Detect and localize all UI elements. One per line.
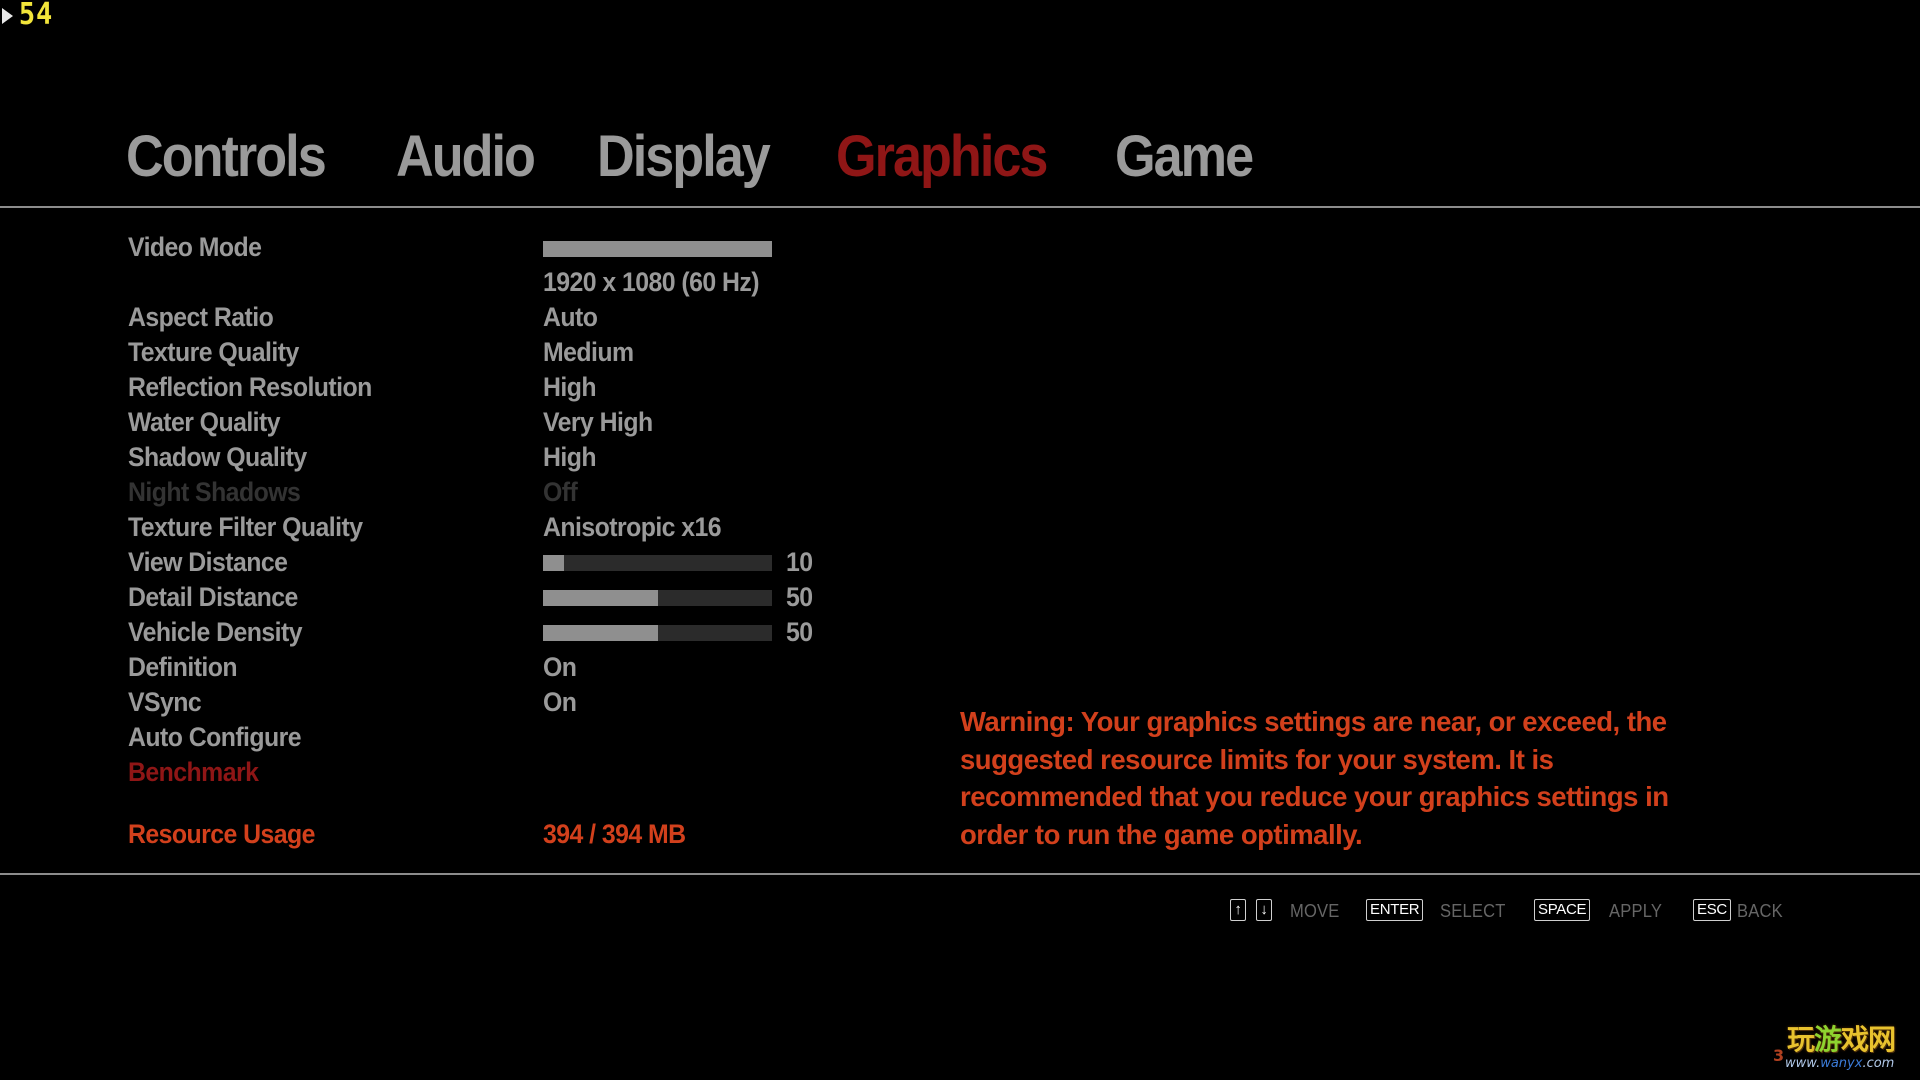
watermark-logo: 3 玩游戏网 www.wanyx.com	[1773, 1018, 1920, 1076]
cursor-arrow-icon	[2, 8, 13, 24]
setting-texture-quality[interactable]: Texture Quality Medium	[0, 335, 1920, 370]
slider-fill	[543, 555, 564, 571]
watermark-title-b: 游	[1814, 1023, 1842, 1056]
resource-usage-value: 394 / 394 MB	[543, 819, 686, 849]
setting-label: Texture Quality	[128, 337, 299, 367]
setting-label: Video Mode	[128, 232, 262, 262]
setting-label: Definition	[128, 652, 238, 682]
setting-value: Anisotropic x16	[543, 512, 722, 542]
tab-controls[interactable]: Controls	[126, 126, 327, 188]
detail-distance-slider[interactable]	[543, 590, 772, 606]
setting-label: Vehicle Density	[128, 617, 303, 647]
bottom-divider	[0, 873, 1920, 875]
hint-back[interactable]: BACK	[1737, 899, 1783, 923]
slider-fill	[543, 590, 658, 606]
fps-counter: 54	[18, 0, 54, 32]
setting-label: Benchmark	[128, 757, 259, 787]
graphics-settings-screen: 54 Controls Audio Display Graphics Game …	[0, 0, 1920, 1080]
setting-label: View Distance	[128, 547, 288, 577]
setting-label: Shadow Quality	[128, 442, 307, 472]
video-mode-bar	[543, 241, 772, 257]
tab-display[interactable]: Display	[597, 126, 771, 188]
tab-audio[interactable]: Audio	[396, 126, 536, 188]
watermark-url-prefix: www.	[1785, 1056, 1821, 1071]
watermark-title: 玩游戏网	[1787, 1018, 1896, 1058]
slider-fill	[543, 625, 658, 641]
video-mode-value-row: 1920 x 1080 (60 Hz)	[0, 265, 1920, 300]
enter-key-icon: ENTER	[1366, 899, 1424, 921]
setting-view-distance[interactable]: View Distance 10	[0, 545, 1920, 580]
setting-label: Texture Filter Quality	[128, 512, 363, 542]
slider-value: 10	[786, 547, 813, 577]
up-arrow-key-icon: ↑	[1230, 899, 1246, 921]
setting-value: Auto	[543, 302, 598, 332]
down-arrow-key-icon: ↓	[1256, 899, 1272, 921]
hint-select[interactable]: SELECT	[1440, 899, 1506, 923]
setting-label: Reflection Resolution	[128, 372, 372, 402]
watermark-url-brand: wanyx	[1820, 1056, 1863, 1071]
setting-aspect-ratio[interactable]: Aspect Ratio Auto	[0, 300, 1920, 335]
resource-usage-label: Resource Usage	[128, 819, 315, 849]
watermark-url: www.wanyx.com	[1785, 1056, 1894, 1071]
setting-definition[interactable]: Definition On	[0, 650, 1920, 685]
setting-value: High	[543, 442, 597, 472]
setting-value: High	[543, 372, 597, 402]
watermark-url-suffix: .com	[1862, 1056, 1895, 1071]
slider-value: 50	[786, 617, 813, 647]
setting-video-mode[interactable]: Video Mode	[0, 230, 1920, 265]
esc-key-icon: ESC	[1693, 899, 1731, 921]
setting-detail-distance[interactable]: Detail Distance 50	[0, 580, 1920, 615]
watermark-title-c: 戏网	[1841, 1023, 1896, 1056]
setting-reflection-resolution[interactable]: Reflection Resolution High	[0, 370, 1920, 405]
setting-texture-filter-quality[interactable]: Texture Filter Quality Anisotropic x16	[0, 510, 1920, 545]
setting-label: Aspect Ratio	[128, 302, 274, 332]
video-mode-value: 1920 x 1080 (60 Hz)	[543, 267, 760, 297]
watermark-title-a: 玩	[1787, 1023, 1815, 1056]
resource-warning: Warning: Your graphics settings are near…	[960, 706, 1669, 850]
space-key-icon: SPACE	[1534, 899, 1591, 921]
setting-label: Water Quality	[128, 407, 281, 437]
setting-value: On	[543, 687, 577, 717]
top-divider	[0, 206, 1920, 208]
setting-vehicle-density[interactable]: Vehicle Density 50	[0, 615, 1920, 650]
setting-label: Night Shadows	[128, 477, 301, 507]
view-distance-slider[interactable]	[543, 555, 772, 571]
vehicle-density-slider[interactable]	[543, 625, 772, 641]
watermark-number: 3	[1773, 1046, 1785, 1065]
hint-apply[interactable]: APPLY	[1609, 899, 1662, 923]
setting-label: VSync	[128, 687, 202, 717]
key-hints: ↑ ↓ MOVE ENTER SELECT SPACE APPLY ESC BA…	[0, 899, 1920, 923]
setting-value: Medium	[543, 337, 634, 367]
slider-value: 50	[786, 582, 813, 612]
setting-label: Auto Configure	[128, 722, 302, 752]
setting-night-shadows: Night Shadows Off	[0, 475, 1920, 510]
setting-value: Off	[543, 477, 578, 507]
setting-water-quality[interactable]: Water Quality Very High	[0, 405, 1920, 440]
setting-value: On	[543, 652, 577, 682]
tab-graphics[interactable]: Graphics	[836, 126, 1048, 188]
fps-overlay: 54	[2, 0, 55, 30]
tab-game[interactable]: Game	[1115, 126, 1254, 188]
setting-shadow-quality[interactable]: Shadow Quality High	[0, 440, 1920, 475]
hint-move: MOVE	[1290, 901, 1340, 921]
setting-label: Detail Distance	[128, 582, 298, 612]
setting-value: Very High	[543, 407, 653, 437]
